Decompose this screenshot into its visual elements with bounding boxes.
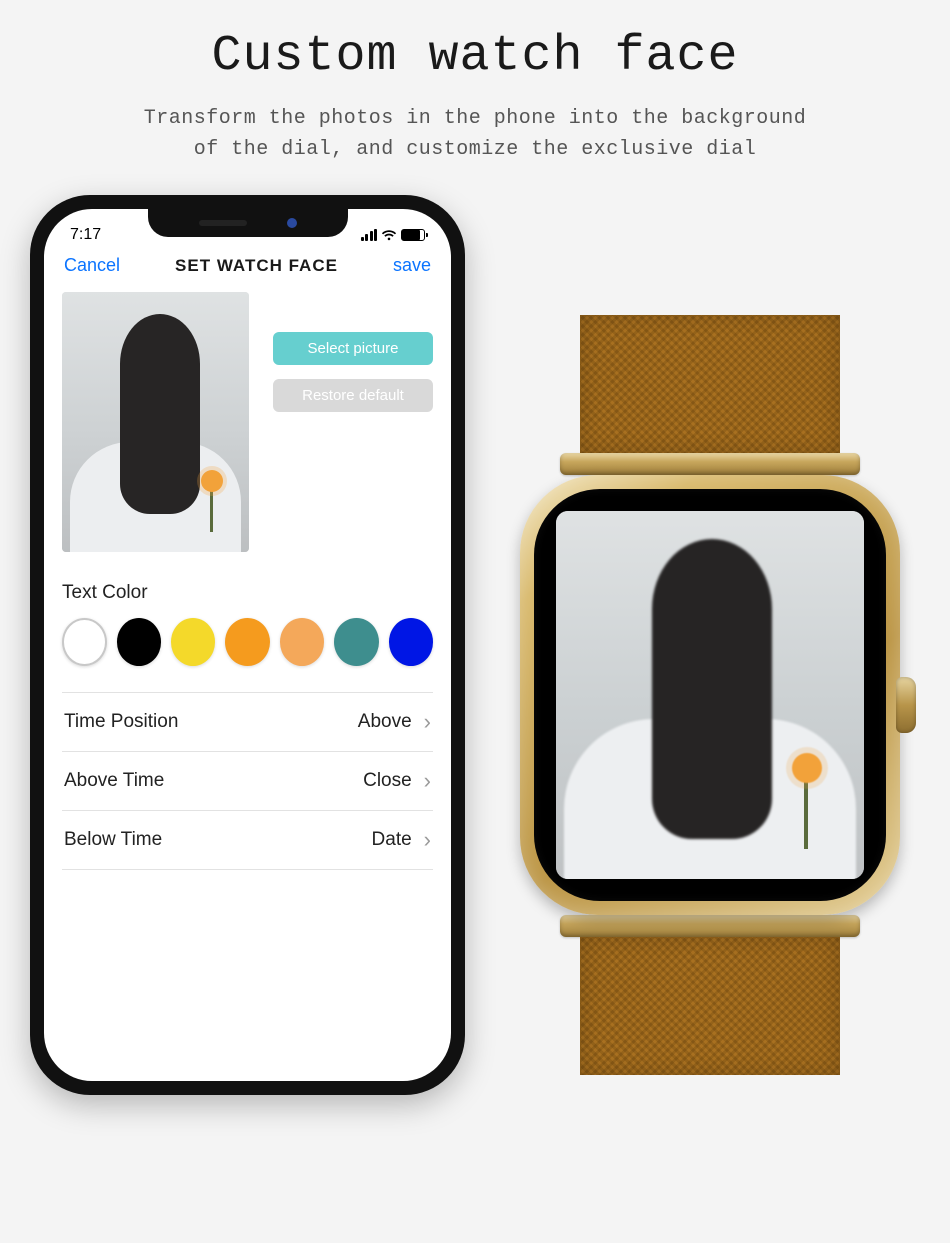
watch-case: [520, 475, 900, 915]
phone-screen: 7:17 Cancel SET WATCH FACE save: [44, 209, 451, 1081]
watch-screen-preview: [556, 511, 864, 879]
wifi-icon: [381, 229, 397, 241]
color-swatch-6[interactable]: [389, 618, 433, 666]
color-swatch-0[interactable]: [62, 618, 107, 666]
color-swatch-5[interactable]: [334, 618, 378, 666]
chevron-right-icon: ›: [424, 770, 431, 792]
watchface-preview[interactable]: [62, 292, 249, 552]
watch-lug-top: [560, 453, 860, 475]
color-swatch-3[interactable]: [225, 618, 269, 666]
row-value: Close: [363, 770, 412, 792]
watch-bezel: [534, 489, 886, 901]
color-swatches: [62, 618, 433, 666]
chevron-right-icon: ›: [424, 711, 431, 733]
watch-band-top: [580, 315, 840, 453]
subtitle-line-2: of the dial, and customize the exclusive…: [194, 138, 757, 161]
text-color-label: Text Color: [62, 582, 433, 604]
row-value: Above: [358, 711, 412, 733]
page-subtitle: Transform the photos in the phone into t…: [0, 103, 950, 165]
cancel-button[interactable]: Cancel: [64, 255, 120, 276]
subtitle-line-1: Transform the photos in the phone into t…: [144, 107, 807, 130]
battery-icon: [401, 229, 425, 241]
smartwatch: [500, 315, 920, 1075]
phone-frame: 7:17 Cancel SET WATCH FACE save: [30, 195, 465, 1095]
setting-row-above-time[interactable]: Above Time Close ›: [62, 752, 433, 811]
color-swatch-2[interactable]: [171, 618, 215, 666]
row-label: Below Time: [64, 829, 162, 851]
color-swatch-1[interactable]: [117, 618, 161, 666]
color-swatch-4[interactable]: [280, 618, 324, 666]
phone-notch: [148, 209, 348, 237]
watch-crown[interactable]: [896, 677, 916, 733]
chevron-right-icon: ›: [424, 829, 431, 851]
row-label: Time Position: [64, 711, 178, 733]
row-label: Above Time: [64, 770, 164, 792]
nav-bar: Cancel SET WATCH FACE save: [44, 249, 451, 286]
save-button[interactable]: save: [393, 255, 431, 276]
setting-row-below-time[interactable]: Below Time Date ›: [62, 811, 433, 870]
row-value: Date: [372, 829, 412, 851]
status-time: 7:17: [70, 226, 101, 244]
page-title: Custom watch face: [0, 28, 950, 85]
nav-title: SET WATCH FACE: [175, 256, 338, 276]
signal-icon: [361, 229, 378, 241]
setting-row-time-position[interactable]: Time Position Above ›: [62, 693, 433, 752]
select-picture-button[interactable]: Select picture: [273, 332, 433, 365]
watch-lug-bottom: [560, 915, 860, 937]
restore-default-button[interactable]: Restore default: [273, 379, 433, 412]
watch-band-bottom: [580, 937, 840, 1075]
